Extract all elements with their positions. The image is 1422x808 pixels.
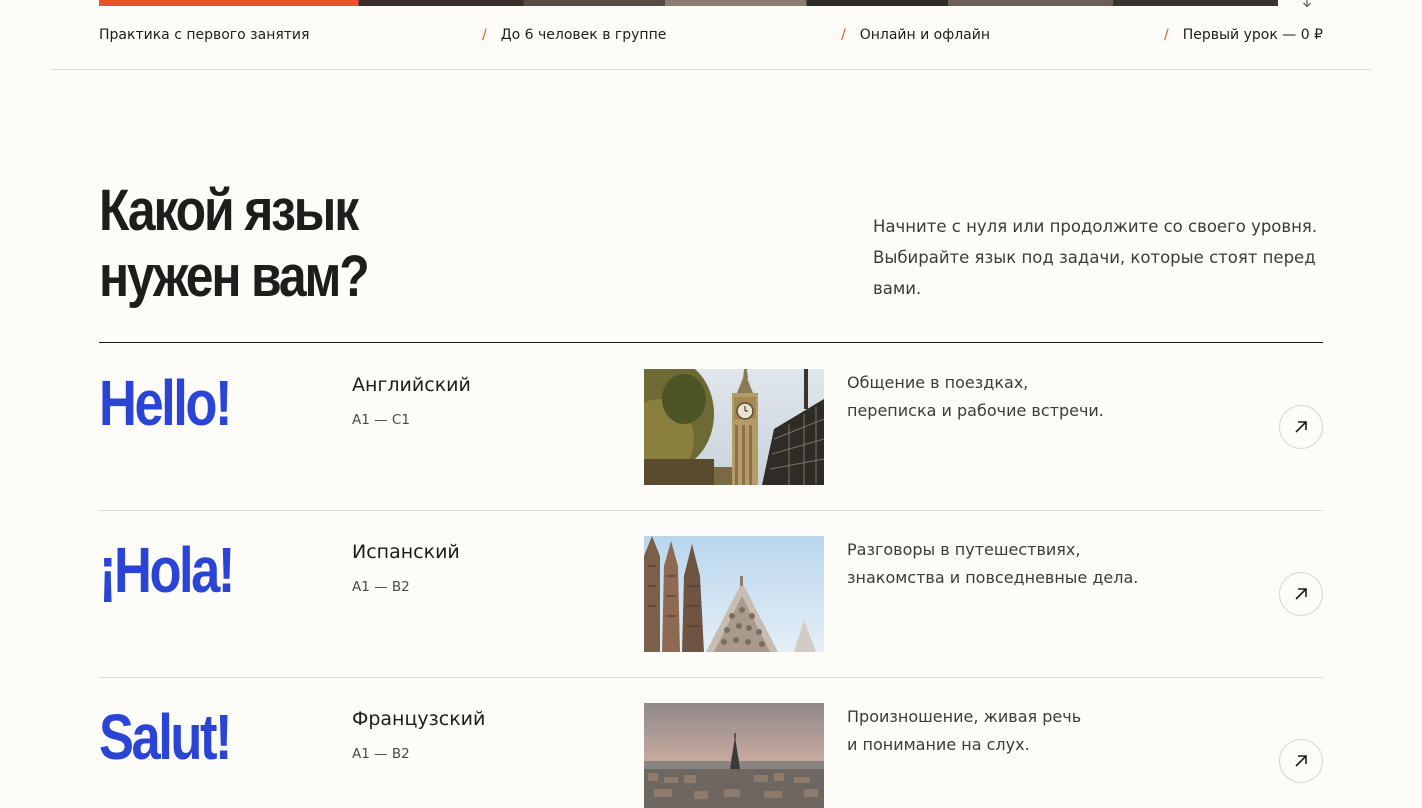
greeting-text: Salut! — [99, 701, 232, 773]
feature-label: Первый урок — 0 ₽ — [1182, 27, 1323, 43]
description-line: переписка и рабочие встречи. — [847, 401, 1104, 420]
hero-image-strip — [99, 0, 1278, 6]
feature-separator: / — [841, 27, 846, 43]
description-line: и понимание на слух. — [847, 735, 1030, 754]
description-line: Разговоры в путешествиях, — [847, 540, 1081, 559]
open-language-button[interactable] — [1279, 405, 1323, 449]
description-line: Произношение, живая речь — [847, 707, 1082, 726]
feature-item: Практика с первого занятия — [99, 27, 309, 43]
sagrada-familia-photo — [644, 536, 824, 652]
open-language-button[interactable] — [1279, 572, 1323, 616]
arrow-up-right-icon — [1295, 755, 1307, 767]
section-title-line: нужен вам? — [99, 244, 370, 309]
features-bar: Практика с первого занятия / До 6 человек… — [99, 27, 1323, 49]
language-name[interactable]: Французский — [352, 708, 485, 730]
language-level: A1 — B2 — [352, 579, 410, 595]
language-level: A1 — B2 — [352, 746, 410, 762]
language-description: Произношение, живая речь и понимание на … — [847, 703, 1227, 759]
feature-item: / Первый урок — 0 ₽ — [1164, 27, 1323, 43]
open-language-button[interactable] — [1279, 739, 1323, 783]
feature-item: / Онлайн и офлайн — [841, 27, 990, 43]
feature-label: Онлайн и офлайн — [859, 27, 990, 43]
language-description: Общение в поездках, переписка и рабочие … — [847, 369, 1227, 425]
intro-line: Начните с нуля или продолжите со своего … — [873, 217, 1318, 236]
page: Практика с первого занятия / До 6 человек… — [0, 0, 1422, 808]
greeting-text: Hello! — [99, 367, 232, 439]
scroll-down-icon[interactable] — [1298, 0, 1316, 8]
language-row-english[interactable]: Hello! Английский A1 — C1 Общение в поез… — [99, 343, 1323, 511]
big-ben-photo — [644, 369, 824, 485]
intro-line: вами. — [873, 279, 922, 298]
description-line: Общение в поездках, — [847, 373, 1029, 392]
description-line: знакомства и повседневные дела. — [847, 568, 1139, 587]
intro-line: Выбирайте язык под задачи, которые стоят… — [873, 248, 1316, 267]
language-level: A1 — C1 — [352, 412, 410, 428]
language-row-french[interactable]: Salut! Французский A1 — B2 Произношение,… — [99, 677, 1323, 808]
feature-separator: / — [1164, 27, 1169, 43]
features-divider — [51, 69, 1371, 70]
feature-label: Практика с первого занятия — [99, 27, 310, 43]
language-name[interactable]: Испанский — [352, 541, 460, 563]
section-title: Какой язык нужен вам? — [99, 178, 426, 310]
language-name[interactable]: Английский — [352, 374, 471, 396]
section-intro: Начните с нуля или продолжите со своего … — [873, 211, 1333, 304]
feature-item: / До 6 человек в группе — [482, 27, 666, 43]
section-title-line: Какой язык — [99, 178, 359, 243]
language-row-spanish[interactable]: ¡Hola! Испанский A1 — B2 Разговоры в пут… — [99, 510, 1323, 678]
feature-label: До 6 человек в группе — [500, 27, 667, 43]
arrow-up-right-icon — [1295, 588, 1307, 600]
arrow-up-right-icon — [1295, 421, 1307, 433]
greeting-text: ¡Hola! — [99, 534, 235, 606]
language-description: Разговоры в путешествиях, знакомства и п… — [847, 536, 1227, 592]
paris-eiffel-photo — [644, 703, 824, 808]
feature-separator: / — [482, 27, 487, 43]
